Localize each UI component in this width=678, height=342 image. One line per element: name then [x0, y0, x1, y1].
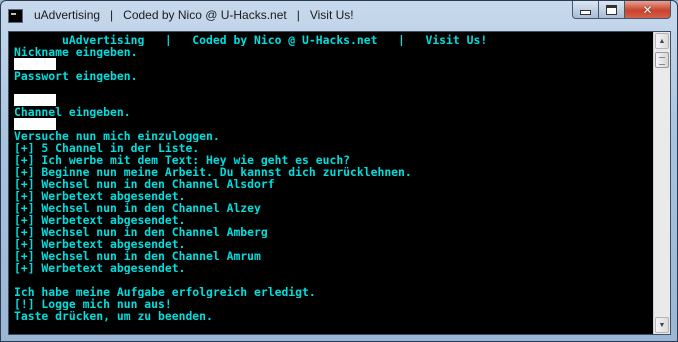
console-line: [!] Logge mich nun aus!	[14, 298, 172, 310]
console-line	[14, 118, 650, 130]
console-line: [+] Werbetext abgesendet.	[14, 262, 186, 274]
title-bar[interactable]: uAdvertising | Coded by Nico @ U-Hacks.n…	[1, 1, 677, 31]
maximize-button[interactable]	[599, 1, 625, 19]
window-title: uAdvertising | Coded by Nico @ U-Hacks.n…	[34, 8, 354, 22]
scroll-down-button[interactable]: ▼	[655, 317, 669, 333]
chevron-down-icon: ▼	[658, 321, 666, 329]
console-app-icon[interactable]	[8, 9, 23, 23]
masked-input-field	[14, 118, 56, 130]
console-line: Nickname eingeben.	[14, 46, 138, 58]
console-line: Passwort eingeben.	[14, 70, 138, 82]
console-text: uAdvertising | Coded by Nico @ U-Hacks.n…	[14, 34, 650, 322]
console-line: [+] Ich werbe mit dem Text: Hey wie geht…	[14, 154, 351, 166]
scroll-up-button[interactable]: ▲	[655, 33, 669, 49]
console-line: [+] Wechsel nun in den Channel Alzey	[14, 202, 261, 214]
console-line: [+] 5 Channel in der Liste.	[14, 142, 200, 154]
masked-input-field	[14, 94, 56, 106]
console-line	[14, 94, 650, 106]
maximize-icon	[606, 4, 617, 15]
console-line: [+] Werbetext abgesendet.	[14, 214, 186, 226]
minimize-button[interactable]	[572, 1, 599, 19]
console-line: uAdvertising | Coded by Nico @ U-Hacks.n…	[14, 34, 488, 46]
console-line: Channel eingeben.	[14, 106, 131, 118]
console-line: [+] Werbetext abgesendet.	[14, 190, 186, 202]
scrollbar-thumb[interactable]	[655, 52, 669, 68]
chevron-up-icon: ▲	[658, 37, 666, 45]
window-controls: ✕	[572, 1, 671, 20]
console-output[interactable]: uAdvertising | Coded by Nico @ U-Hacks.n…	[8, 31, 671, 335]
minimize-icon	[580, 10, 591, 15]
console-line: Taste drücken, um zu beenden.	[14, 310, 213, 322]
console-window: uAdvertising | Coded by Nico @ U-Hacks.n…	[0, 0, 678, 342]
close-icon: ✕	[642, 2, 653, 17]
console-line: [+] Werbetext abgesendet.	[14, 238, 186, 250]
console-line	[14, 58, 650, 70]
console-line: Versuche nun mich einzuloggen.	[14, 130, 220, 142]
console-line: [+] Wechsel nun in den Channel Amrum	[14, 250, 261, 262]
console-line: [+] Wechsel nun in den Channel Alsdorf	[14, 178, 275, 190]
console-line: Ich habe meine Aufgabe erfolgreich erled…	[14, 286, 316, 298]
close-button[interactable]: ✕	[625, 1, 671, 19]
console-line: [+] Beginne nun meine Arbeit. Du kannst …	[14, 166, 412, 178]
console-line: [+] Wechsel nun in den Channel Amberg	[14, 226, 268, 238]
vertical-scrollbar[interactable]: ▲ ▼	[653, 32, 670, 334]
masked-input-field	[14, 58, 56, 70]
